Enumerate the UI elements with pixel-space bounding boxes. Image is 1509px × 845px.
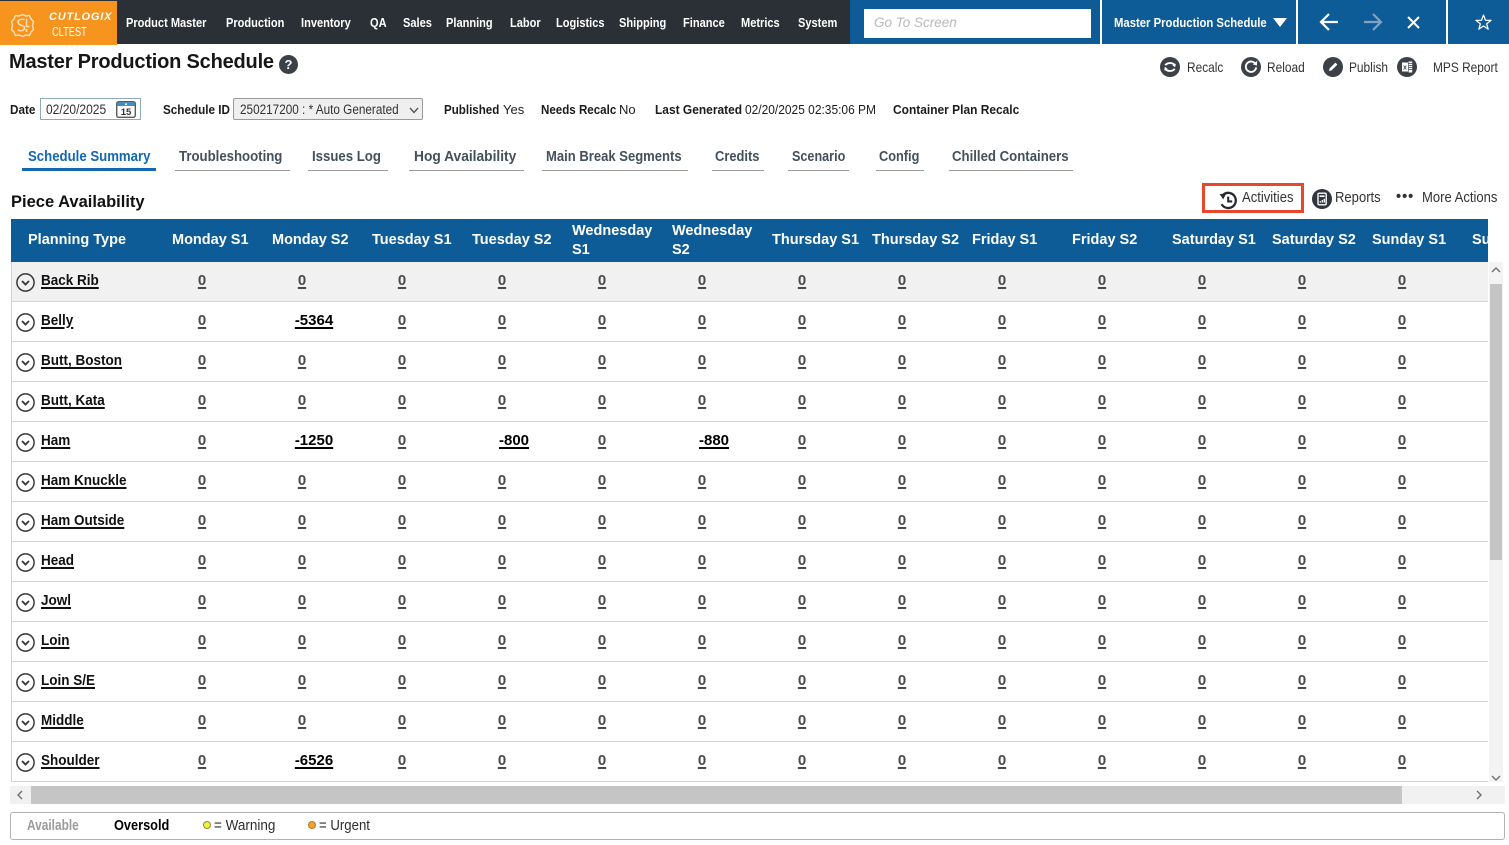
svg-text:?: ? <box>285 57 293 72</box>
svg-text:x: x <box>1403 65 1407 72</box>
svg-text:15: 15 <box>121 107 132 118</box>
